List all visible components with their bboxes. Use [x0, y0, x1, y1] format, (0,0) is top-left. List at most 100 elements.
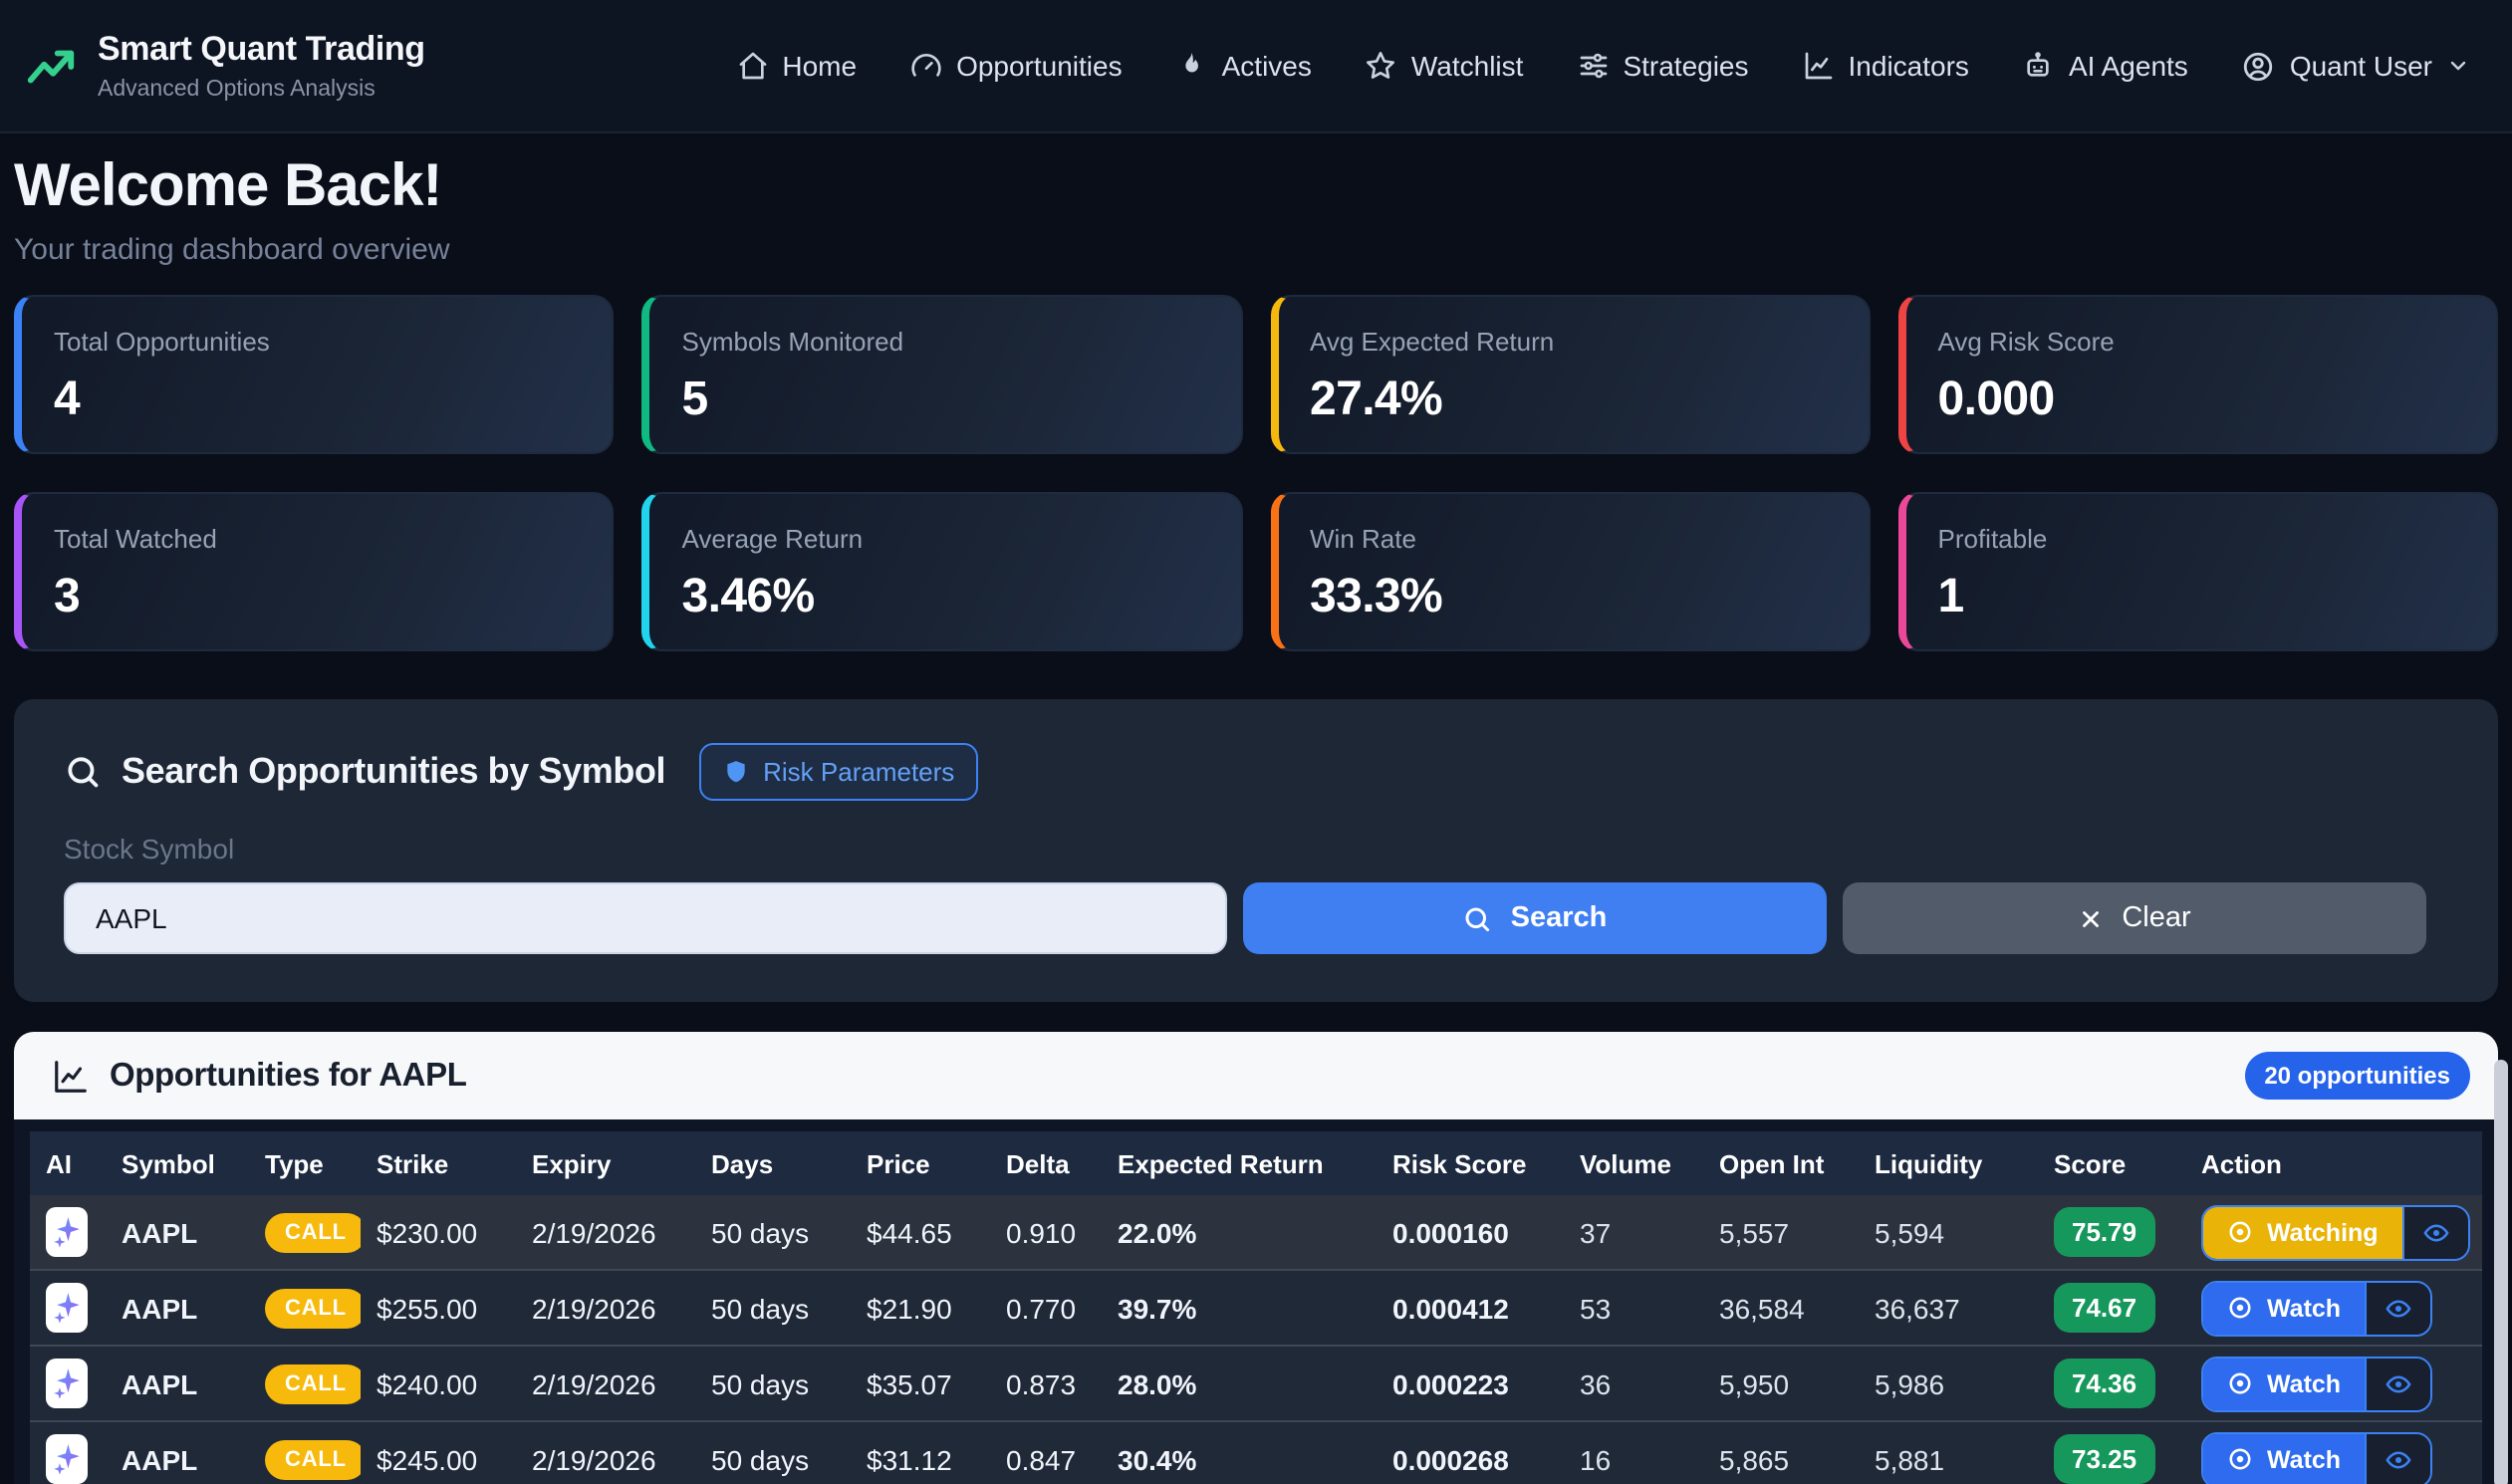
- stats-grid: Total Opportunities 4 Symbols Monitored …: [14, 295, 2498, 651]
- star-icon: [1366, 50, 1397, 82]
- ai-analyze-button[interactable]: [46, 1283, 88, 1333]
- home-icon: [736, 50, 768, 82]
- cell-open-int: 5,865: [1703, 1421, 1859, 1484]
- clear-button[interactable]: Clear: [1843, 882, 2426, 954]
- nav-item-label: Actives: [1222, 50, 1312, 82]
- watch-button[interactable]: Watch: [2203, 1433, 2365, 1484]
- nav-links: Home Opportunities Actives Watchlist Str…: [736, 49, 2470, 83]
- search-button[interactable]: Search: [1243, 882, 1827, 954]
- nav-item-strategies[interactable]: Strategies: [1577, 50, 1748, 82]
- stock-symbol-input[interactable]: [64, 882, 1227, 954]
- stat-label: Profitable: [1938, 524, 2465, 554]
- opportunities-title: Opportunities for AAPL: [110, 1057, 466, 1095]
- action-button-group: Watch: [2201, 1431, 2432, 1484]
- nav-item-label: AI Agents: [2069, 50, 2188, 82]
- search-panel: Search Opportunities by Symbol Risk Para…: [14, 699, 2498, 1002]
- cell-expected-return: 30.4%: [1102, 1421, 1377, 1484]
- cell-days: 50 days: [695, 1346, 851, 1421]
- ai-analyze-button[interactable]: [46, 1207, 88, 1257]
- call-badge: CALL: [265, 1212, 361, 1252]
- brand[interactable]: Smart Quant Trading Advanced Options Ana…: [24, 30, 425, 102]
- nav-item-watchlist[interactable]: Watchlist: [1366, 50, 1524, 82]
- stat-card-average-return: Average Return 3.46%: [642, 492, 1243, 651]
- stat-card-profitable: Profitable 1: [1898, 492, 2499, 651]
- cell-risk-score: 0.000412: [1377, 1270, 1564, 1346]
- watch-button-label: Watching: [2267, 1218, 2379, 1246]
- nav-item-label: Strategies: [1623, 50, 1748, 82]
- trending-up-icon: [24, 39, 78, 93]
- close-icon: [2078, 905, 2104, 931]
- cell-risk-score: 0.000223: [1377, 1346, 1564, 1421]
- cell-delta: 0.847: [990, 1421, 1102, 1484]
- call-badge: CALL: [265, 1439, 361, 1479]
- search-icon: [1463, 903, 1493, 933]
- risk-parameters-button[interactable]: Risk Parameters: [699, 743, 978, 801]
- stat-card-total-watched: Total Watched 3: [14, 492, 615, 651]
- cell-open-int: 5,950: [1703, 1346, 1859, 1421]
- search-icon: [64, 753, 102, 791]
- stat-value: 0.000: [1938, 372, 2465, 428]
- score-badge: 75.79: [2054, 1207, 2154, 1257]
- nav-item-opportunities[interactable]: Opportunities: [910, 50, 1123, 82]
- cell-symbol: AAPL: [106, 1346, 249, 1421]
- nav-item-indicators[interactable]: Indicators: [1803, 50, 1969, 82]
- stat-value: 3.46%: [682, 570, 1209, 625]
- bot-icon: [2023, 50, 2055, 82]
- view-details-button[interactable]: [2402, 1206, 2468, 1258]
- nav-item-label: Opportunities: [956, 50, 1123, 82]
- ai-analyze-button[interactable]: [46, 1434, 88, 1484]
- cell-liquidity: 5,986: [1859, 1346, 2038, 1421]
- cell-strike: $255.00: [361, 1270, 516, 1346]
- col-risk-score: Risk Score: [1377, 1131, 1564, 1195]
- view-details-button[interactable]: [2365, 1358, 2430, 1409]
- nav-item-label: Indicators: [1849, 50, 1969, 82]
- cell-liquidity: 36,637: [1859, 1270, 2038, 1346]
- cell-delta: 0.770: [990, 1270, 1102, 1346]
- table-row: AAPL CALL $245.00 2/19/2026 50 days $31.…: [30, 1421, 2482, 1484]
- shield-icon: [723, 759, 749, 785]
- cell-expiry: 2/19/2026: [516, 1270, 695, 1346]
- brand-name: Smart Quant Trading: [98, 30, 425, 70]
- scrollbar-thumb[interactable]: [2494, 1060, 2508, 1484]
- watching-button[interactable]: Watching: [2203, 1206, 2402, 1258]
- watch-button[interactable]: Watch: [2203, 1358, 2365, 1409]
- cell-volume: 36: [1564, 1346, 1703, 1421]
- search-panel-title: Search Opportunities by Symbol: [122, 751, 665, 793]
- table-header-row: AI Symbol Type Strike Expiry Days Price …: [30, 1131, 2482, 1195]
- stock-symbol-label: Stock Symbol: [64, 833, 2448, 865]
- nav-item-home[interactable]: Home: [736, 50, 857, 82]
- cell-volume: 37: [1564, 1195, 1703, 1270]
- score-badge: 73.25: [2054, 1434, 2154, 1484]
- cell-liquidity: 5,881: [1859, 1421, 2038, 1484]
- cell-expected-return: 28.0%: [1102, 1346, 1377, 1421]
- opportunities-header: Opportunities for AAPL 20 opportunities: [14, 1032, 2498, 1119]
- stat-card-win-rate: Win Rate 33.3%: [1270, 492, 1871, 651]
- cell-volume: 16: [1564, 1421, 1703, 1484]
- view-details-button[interactable]: [2365, 1282, 2430, 1334]
- nav-item-ai-agents[interactable]: AI Agents: [2023, 50, 2188, 82]
- cell-liquidity: 5,594: [1859, 1195, 2038, 1270]
- col-ai: AI: [30, 1131, 106, 1195]
- user-circle-icon: [2242, 49, 2276, 83]
- cell-symbol: AAPL: [106, 1421, 249, 1484]
- cell-delta: 0.910: [990, 1195, 1102, 1270]
- clear-button-label: Clear: [2122, 902, 2190, 934]
- stat-label: Total Watched: [54, 524, 581, 554]
- view-details-button[interactable]: [2365, 1433, 2430, 1484]
- cell-expected-return: 39.7%: [1102, 1270, 1377, 1346]
- sliders-icon: [1577, 50, 1609, 82]
- ai-analyze-button[interactable]: [46, 1359, 88, 1408]
- navbar: Smart Quant Trading Advanced Options Ana…: [0, 0, 2512, 133]
- col-expected-return: Expected Return: [1102, 1131, 1377, 1195]
- watch-button[interactable]: Watch: [2203, 1282, 2365, 1334]
- stat-card-avg-risk-score: Avg Risk Score 0.000: [1898, 295, 2499, 454]
- cell-expiry: 2/19/2026: [516, 1195, 695, 1270]
- nav-item-label: Watchlist: [1411, 50, 1524, 82]
- stat-label: Win Rate: [1310, 524, 1837, 554]
- user-menu[interactable]: Quant User: [2242, 49, 2470, 83]
- page-subtitle: Your trading dashboard overview: [14, 233, 2498, 267]
- nav-item-actives[interactable]: Actives: [1176, 50, 1312, 82]
- col-strike: Strike: [361, 1131, 516, 1195]
- stat-card-total-opportunities: Total Opportunities 4: [14, 295, 615, 454]
- cell-price: $21.90: [851, 1270, 990, 1346]
